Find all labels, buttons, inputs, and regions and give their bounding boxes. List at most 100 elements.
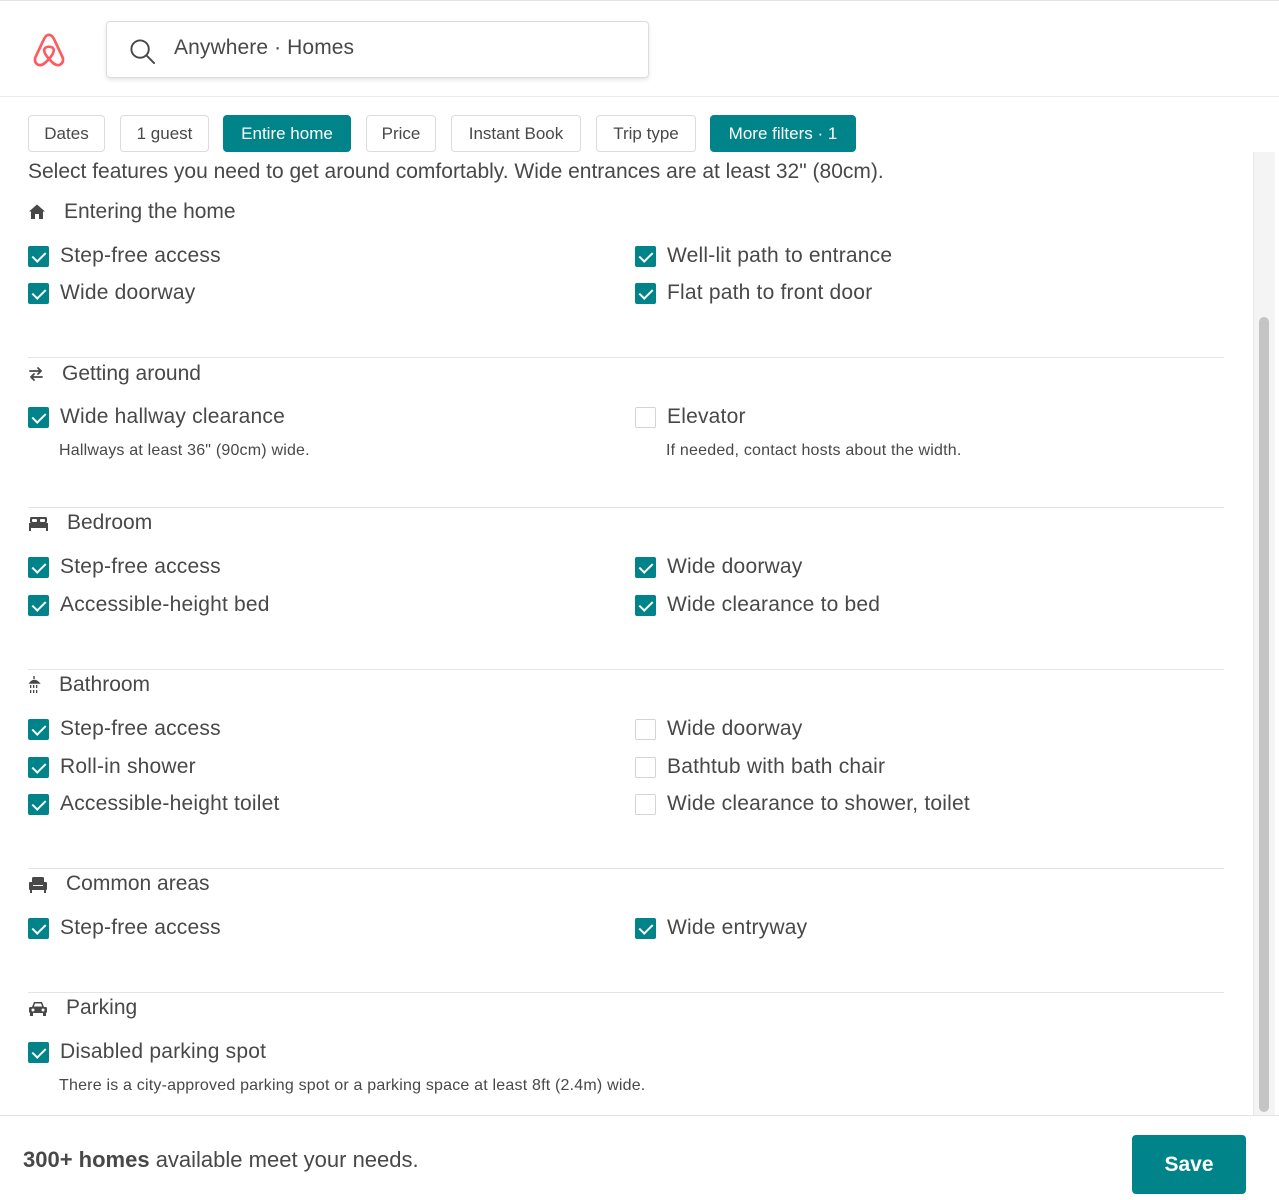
shower-icon — [28, 675, 50, 695]
checkbox-label: Wide hallway clearance — [60, 405, 286, 428]
checkbox-label: Wide clearance to bed — [667, 593, 881, 616]
checkbox-checked[interactable] — [28, 718, 49, 740]
checkbox-option[interactable]: Step-free access — [28, 244, 221, 268]
checkbox-label: Wide doorway — [667, 717, 803, 740]
checkbox-checked[interactable] — [28, 917, 49, 939]
car-icon — [28, 1000, 57, 1016]
section-heading: Entering the home — [28, 200, 236, 224]
checkbox-label: Wide doorway — [667, 555, 803, 578]
footer-bar: 300+ homes available meet your needs. Sa… — [0, 1115, 1279, 1200]
checkbox-option[interactable]: Well-lit path to entrance — [635, 244, 892, 268]
checkbox-checked[interactable] — [28, 793, 49, 815]
checkbox-option[interactable]: Bathtub with bath chair — [635, 755, 885, 779]
section-heading: Bathroom — [28, 673, 150, 697]
option-description: There is a city-approved parking spot or… — [59, 1077, 646, 1094]
checkbox-option[interactable]: Flat path to front door — [635, 281, 872, 305]
checkbox-option[interactable]: Wide doorway — [635, 555, 802, 579]
checkbox-option[interactable]: Step-free access — [28, 916, 221, 940]
accessibility-filters-panel[interactable]: Select features you need to get around c… — [0, 152, 1253, 1116]
option-description: Hallways at least 36" (90cm) wide. — [59, 442, 310, 459]
filter-pill[interactable]: Entire home — [223, 115, 351, 152]
checkbox-label: Step-free access — [60, 244, 221, 267]
filter-pill[interactable]: 1 guest — [120, 115, 209, 152]
checkbox-option[interactable]: Roll-in shower — [28, 755, 196, 779]
checkbox-option[interactable]: Wide clearance to bed — [635, 593, 880, 617]
option-description: If needed, contact hosts about the width… — [666, 442, 962, 459]
checkbox-unchecked[interactable] — [635, 756, 656, 778]
section-divider — [28, 669, 1224, 670]
checkbox-label: Elevator — [667, 405, 746, 428]
checkbox-checked[interactable] — [635, 245, 656, 267]
checkbox-checked[interactable] — [635, 917, 656, 939]
checkbox-checked[interactable] — [635, 594, 656, 616]
intro-text: Select features you need to get around c… — [28, 160, 884, 183]
checkbox-label: Step-free access — [60, 555, 221, 578]
bed-icon — [28, 515, 58, 531]
section-heading: Parking — [28, 996, 137, 1020]
checkbox-label: Accessible-height bed — [60, 593, 270, 616]
results-count: 300+ homes — [23, 1147, 150, 1172]
checkbox-option[interactable]: Accessible-height bed — [28, 593, 270, 617]
checkbox-label: Well-lit path to entrance — [667, 244, 893, 267]
checkbox-option[interactable]: Wide clearance to shower, toilet — [635, 792, 970, 816]
checkbox-checked[interactable] — [28, 556, 49, 578]
results-summary: 300+ homes available meet your needs. — [23, 1147, 419, 1173]
checkbox-checked[interactable] — [28, 756, 49, 778]
checkbox-option[interactable]: Disabled parking spot — [28, 1040, 266, 1064]
checkbox-label: Wide doorway — [60, 281, 196, 304]
section-divider — [28, 357, 1224, 358]
top-bar: Anywhere · Homes — [0, 0, 1279, 97]
checkbox-option[interactable]: Elevator — [635, 405, 746, 429]
section-divider — [28, 992, 1224, 993]
checkbox-label: Step-free access — [60, 916, 221, 939]
search-bar[interactable]: Anywhere · Homes — [106, 21, 649, 78]
checkbox-checked[interactable] — [28, 594, 49, 616]
section-title: Common areas — [66, 872, 210, 895]
checkbox-label: Accessible-height toilet — [60, 792, 280, 815]
section-divider — [28, 868, 1224, 869]
checkbox-option[interactable]: Wide entryway — [635, 916, 807, 940]
checkbox-option[interactable]: Wide doorway — [28, 281, 195, 305]
arrows-swap-icon — [28, 366, 53, 382]
filter-pill[interactable]: Price — [366, 115, 436, 152]
checkbox-option[interactable]: Wide hallway clearance — [28, 405, 285, 429]
checkbox-checked[interactable] — [635, 282, 656, 304]
checkbox-label: Flat path to front door — [667, 281, 873, 304]
search-input[interactable]: Anywhere · Homes — [174, 36, 354, 60]
filter-pill[interactable]: More filters · 1 — [710, 115, 856, 152]
checkbox-option[interactable]: Step-free access — [28, 717, 221, 741]
checkbox-label: Step-free access — [60, 717, 221, 740]
section-heading: Common areas — [28, 872, 210, 896]
checkbox-checked[interactable] — [635, 556, 656, 578]
scrollbar-thumb[interactable] — [1259, 317, 1269, 1112]
section-title: Entering the home — [64, 200, 236, 223]
scrollbar[interactable] — [1253, 152, 1275, 1116]
checkbox-checked[interactable] — [28, 1041, 49, 1063]
section-heading: Bedroom — [28, 511, 152, 535]
checkbox-checked[interactable] — [28, 282, 49, 304]
armchair-icon — [28, 876, 57, 893]
airbnb-logo[interactable] — [30, 31, 68, 69]
checkbox-checked[interactable] — [28, 245, 49, 267]
checkbox-label: Disabled parking spot — [60, 1040, 267, 1063]
filter-pill[interactable]: Instant Book — [451, 115, 581, 152]
checkbox-label: Wide clearance to shower, toilet — [667, 792, 970, 815]
save-button[interactable]: Save — [1132, 1135, 1246, 1194]
checkbox-option[interactable]: Wide doorway — [635, 717, 802, 741]
checkbox-unchecked[interactable] — [635, 793, 656, 815]
checkbox-checked[interactable] — [28, 406, 49, 428]
checkbox-unchecked[interactable] — [635, 406, 656, 428]
section-divider — [28, 507, 1224, 508]
section-title: Parking — [66, 996, 138, 1019]
section-heading: Getting around — [28, 362, 201, 386]
checkbox-option[interactable]: Step-free access — [28, 555, 221, 579]
filter-pill[interactable]: Dates — [28, 115, 105, 152]
checkbox-option[interactable]: Accessible-height toilet — [28, 792, 280, 816]
section-title: Getting around — [62, 362, 201, 385]
section-title: Bedroom — [67, 511, 153, 534]
filter-pill[interactable]: Trip type — [596, 115, 696, 152]
checkbox-label: Roll-in shower — [60, 755, 196, 778]
checkbox-unchecked[interactable] — [635, 718, 656, 740]
home-icon — [28, 203, 55, 221]
checkbox-label: Bathtub with bath chair — [667, 755, 886, 778]
